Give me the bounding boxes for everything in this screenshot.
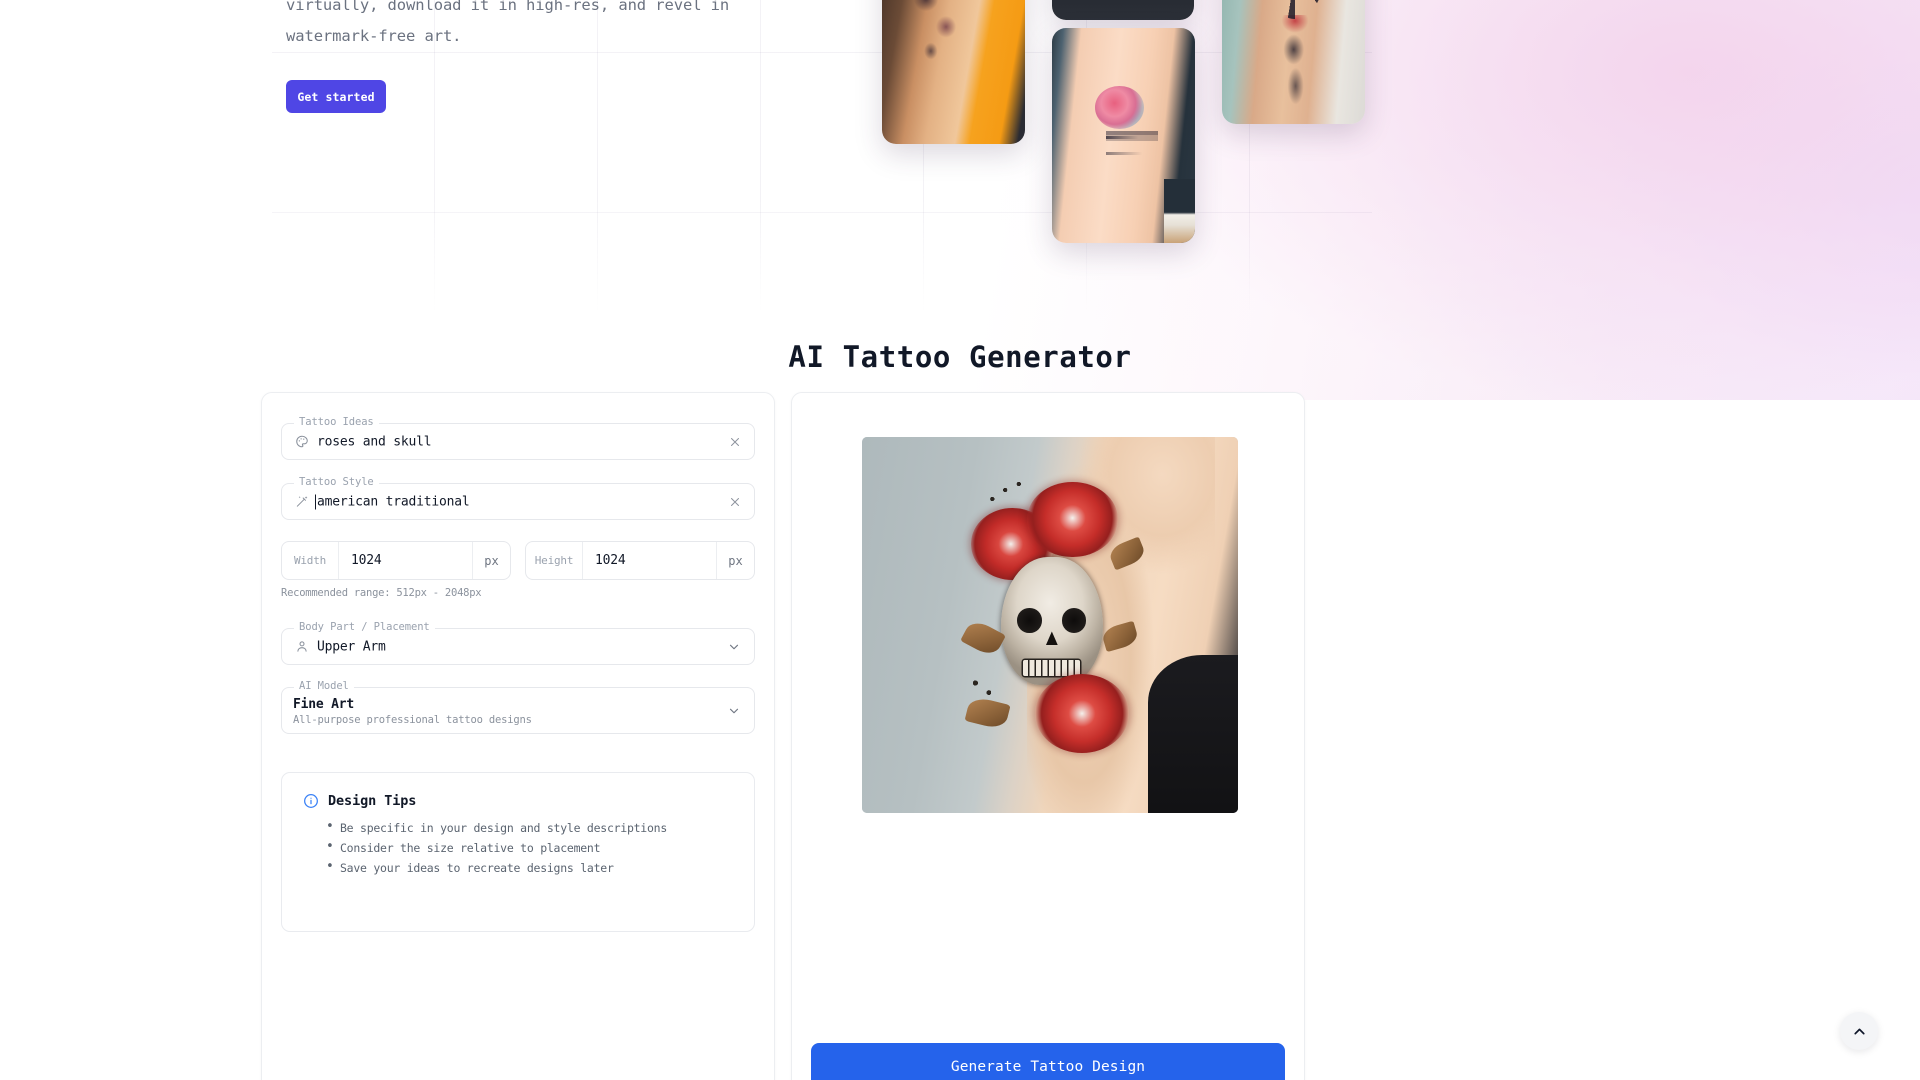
body-part-value: Upper Arm	[317, 639, 386, 654]
chevron-down-icon[interactable]	[726, 703, 742, 719]
palette-icon	[294, 434, 309, 449]
compass-tattoo-image	[1222, 0, 1365, 124]
ai-model-value: Fine Art	[293, 697, 355, 712]
preview-skull	[1001, 557, 1103, 686]
preview-rose	[1034, 673, 1129, 753]
get-started-button[interactable]: Get started	[286, 80, 386, 113]
close-icon[interactable]	[727, 434, 743, 450]
body-part-select[interactable]: Body Part / Placement Upper Arm	[281, 621, 755, 665]
ai-model-label: AI Model	[294, 680, 354, 692]
close-icon[interactable]	[727, 494, 743, 510]
width-input[interactable]: 1024	[339, 542, 472, 579]
hero-paragraph: virtually, download it in high-res, and …	[286, 0, 730, 45]
ai-model-description: All-purpose professional tattoo designs	[293, 714, 532, 726]
generated-tattoo-preview	[862, 437, 1238, 813]
chevron-up-icon	[1851, 1023, 1868, 1040]
skull-eye	[1062, 608, 1087, 633]
width-label: Width	[282, 542, 339, 579]
tattoo-style-label: Tattoo Style	[294, 476, 379, 488]
generate-tattoo-design-button[interactable]: Generate Tattoo Design	[811, 1043, 1285, 1080]
ai-model-select[interactable]: AI Model Fine Art All-purpose profession…	[281, 680, 755, 734]
preview-clothing	[1147, 655, 1238, 813]
design-tips-title: Design Tips	[328, 793, 417, 809]
list-item: Consider the size relative to placement	[326, 837, 667, 858]
scroll-to-top-button[interactable]	[1840, 1012, 1878, 1050]
page-root: virtually, download it in high-res, and …	[0, 0, 1920, 1080]
tattoo-ideas-label: Tattoo Ideas	[294, 416, 379, 428]
chevron-down-icon[interactable]	[726, 639, 742, 655]
skull-nose	[1045, 631, 1058, 646]
flower-image-wall	[1163, 178, 1195, 243]
height-field[interactable]: Height 1024 px	[525, 541, 755, 580]
tattoo-ideas-field[interactable]: Tattoo Ideas roses and skull	[281, 416, 755, 460]
width-field[interactable]: Width 1024 px	[281, 541, 511, 580]
page-title: AI Tattoo Generator	[788, 340, 1132, 374]
size-hint-text: Recommended range: 512px - 2048px	[281, 587, 482, 599]
tattoo-ideas-input[interactable]: roses and skull	[317, 434, 432, 449]
skull-eye	[1017, 608, 1042, 633]
width-unit: px	[472, 542, 510, 579]
info-icon	[303, 793, 319, 809]
tattoo-style-field[interactable]: Tattoo Style american traditional	[281, 476, 755, 520]
hero-gallery-card-3[interactable]	[1052, 28, 1195, 243]
person-icon	[294, 639, 309, 654]
hero-gallery-card-4[interactable]	[1222, 0, 1365, 124]
height-label: Height	[526, 542, 583, 579]
body-part-label: Body Part / Placement	[294, 621, 435, 633]
tattoo-style-input[interactable]: american traditional	[317, 494, 470, 509]
text-cursor	[315, 494, 316, 509]
design-tips-card: Design Tips Be specific in your design a…	[281, 772, 755, 932]
list-item: Be specific in your design and style des…	[326, 817, 667, 838]
design-tips-header: Design Tips	[303, 793, 416, 809]
design-tips-list: Be specific in your design and style des…	[326, 817, 667, 878]
dark-tattoo-image	[1052, 0, 1194, 20]
list-item: Save your ideas to recreate designs late…	[326, 857, 667, 878]
height-input[interactable]: 1024	[583, 542, 716, 579]
compass-image-detail	[1279, 14, 1311, 112]
hero-copy: virtually, download it in high-res, and …	[286, 0, 786, 52]
magic-wand-icon	[294, 494, 309, 509]
hero-gallery-card-1[interactable]	[882, 0, 1025, 144]
hero-gallery-card-2[interactable]	[1052, 0, 1194, 20]
height-unit: px	[716, 542, 754, 579]
preview-rose	[1027, 482, 1118, 558]
script-tattoo-image	[882, 0, 1025, 144]
flower-tattoo-image	[1052, 28, 1195, 243]
skull-teeth	[1023, 659, 1081, 677]
preview-dots	[967, 673, 1009, 704]
